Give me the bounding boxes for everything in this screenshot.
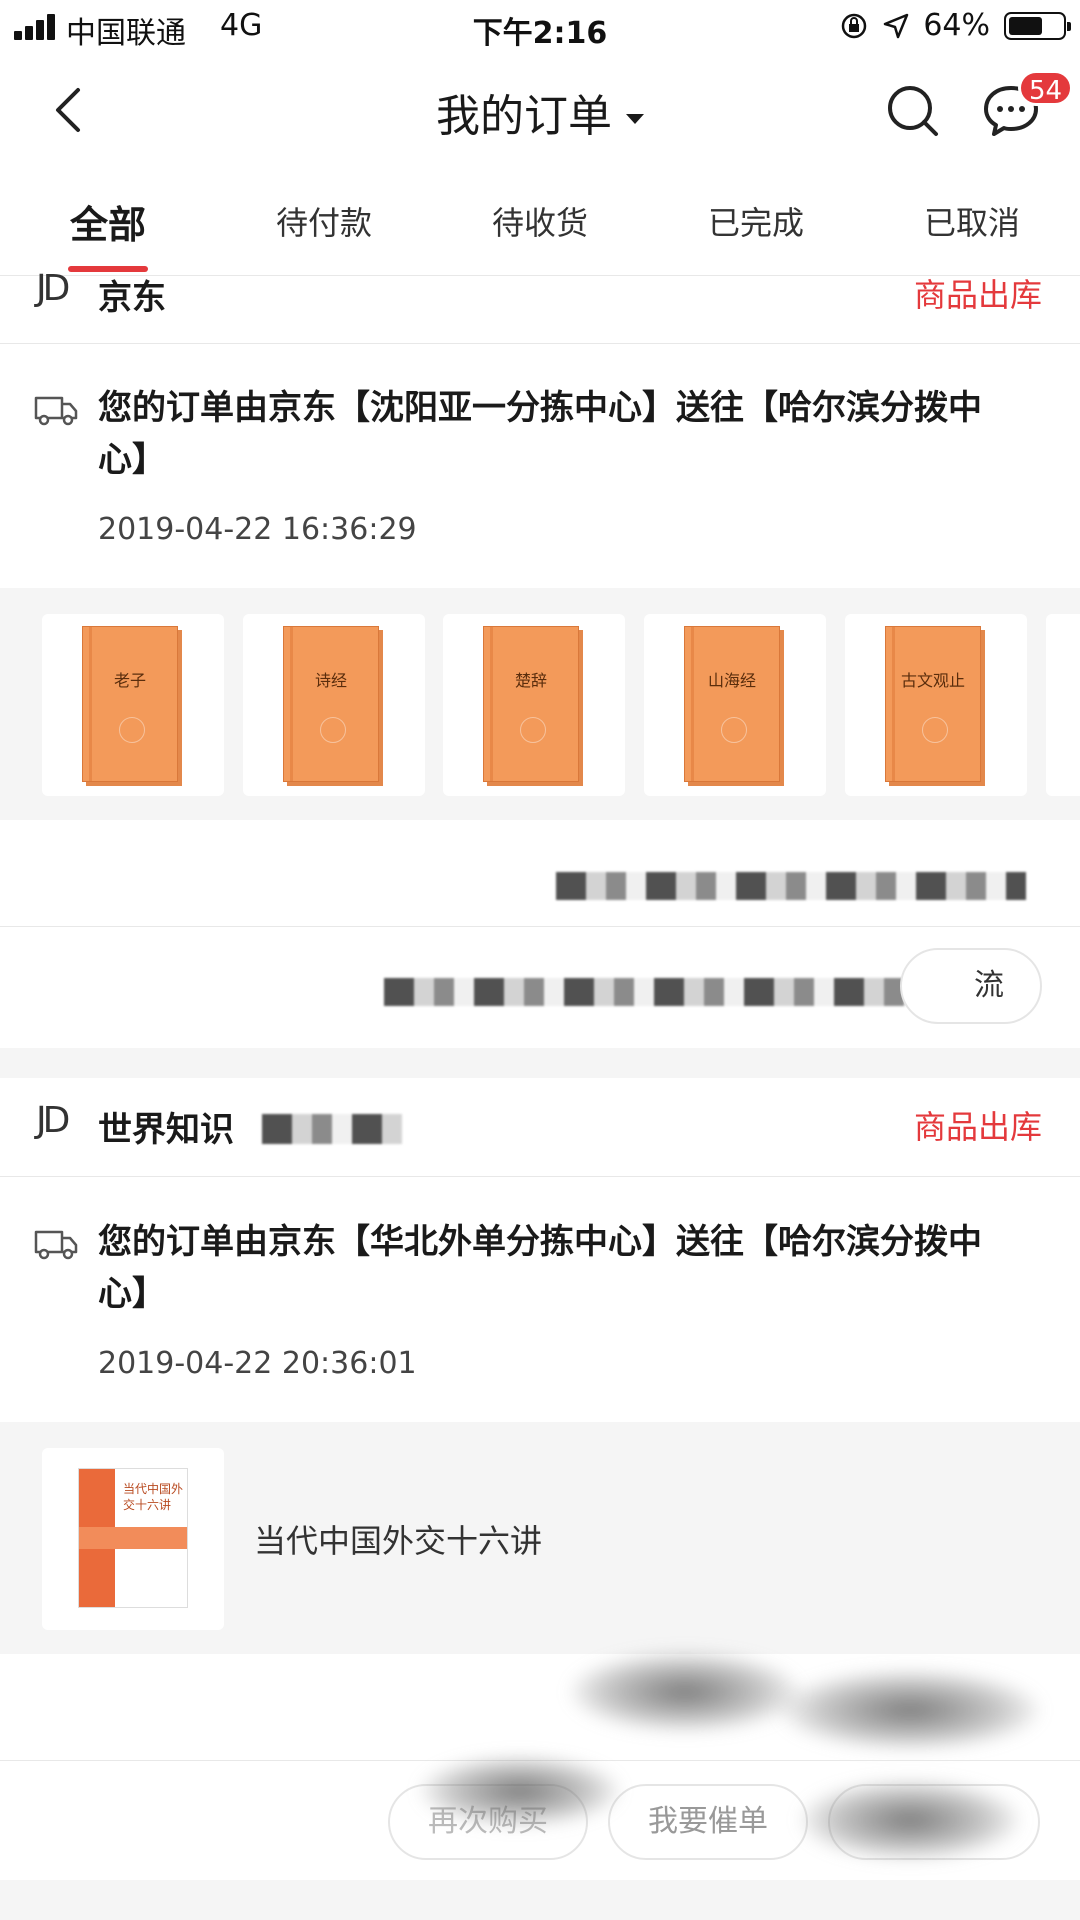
divider [0, 926, 1080, 927]
chevron-down-icon [626, 114, 644, 124]
tab-all[interactable]: 全部 [28, 194, 188, 249]
divider [0, 343, 1080, 344]
book-cover: 山海经 [684, 626, 780, 782]
tab-pending-payment[interactable]: 待付款 [244, 198, 404, 244]
book-cover: 古文观止 [885, 626, 981, 782]
tab-cancelled[interactable]: 已取消 [892, 198, 1052, 244]
truck-icon [34, 396, 78, 426]
tracking-time: 2019-04-22 20:36:01 [98, 1346, 417, 1381]
truck-icon [34, 1230, 78, 1260]
shop-name[interactable]: 世界知识 [98, 1102, 234, 1151]
tracking-time: 2019-04-22 16:36:29 [98, 512, 417, 547]
tab-completed[interactable]: 已完成 [676, 198, 836, 244]
status-bar: 中国联通 4G 下午2:16 64% [0, 0, 1080, 56]
shop-logo: JD [36, 268, 70, 309]
card-gap [0, 1880, 1080, 1920]
redaction-smudge [420, 1756, 620, 1826]
shop-name[interactable]: 京东 [98, 270, 166, 319]
goods-thumbnail[interactable]: 楚辞 [443, 614, 625, 796]
order-status: 商品出库 [913, 276, 1042, 314]
price-row [0, 838, 1080, 938]
book-cover: 老子 [82, 626, 178, 782]
redacted-price [556, 872, 1026, 900]
divider [0, 1176, 1080, 1177]
view-logistics-label: 流 [974, 968, 1004, 1003]
book-cover: 楚辞 [483, 626, 579, 782]
card-gap [0, 1048, 1080, 1078]
goods-item[interactable]: 当代中国外交十六讲 当代中国外交十六讲 [0, 1422, 1080, 1654]
order-status: 商品出库 [913, 1108, 1042, 1146]
tab-pending-receipt[interactable]: 待收货 [460, 198, 620, 244]
battery-percent: 64% [923, 8, 990, 43]
shop-header: JD 世界知识 商品出库 [0, 1100, 1080, 1170]
book-cover: 当代中国外交十六讲 [78, 1468, 188, 1608]
location-icon [884, 13, 909, 38]
book-cover: 诗经 [283, 626, 379, 782]
goods-name[interactable]: 当代中国外交十六讲 [254, 1516, 542, 1562]
redaction-smudge [800, 1780, 1020, 1860]
urge-order-button[interactable]: 我要催单 [608, 1784, 808, 1860]
goods-list[interactable]: 老子 诗经 楚辞 山海经 古文观止 [0, 588, 1080, 820]
goods-thumbnail[interactable]: 山海经 [644, 614, 826, 796]
battery-icon [1004, 11, 1071, 40]
redaction-smudge [780, 1670, 1040, 1750]
shop-header: JD 京东 商品出库 [0, 268, 1080, 338]
redaction-smudge [570, 1652, 800, 1732]
tracking-message: 您的订单由京东【沈阳亚一分拣中心】送往【哈尔滨分拨中心】 [98, 388, 982, 480]
goods-thumbnail[interactable]: 古文观止 [845, 614, 1027, 796]
goods-thumbnail-partial[interactable] [1046, 614, 1080, 796]
rotation-lock-icon [842, 13, 867, 38]
message-badge: 54 [1018, 70, 1074, 106]
order-tabs: 全部 待付款 待收货 已完成 已取消 [0, 180, 1080, 276]
nav-bar: 我的订单 54 [0, 60, 1080, 160]
search-icon[interactable] [884, 82, 942, 140]
view-logistics-button[interactable]: 流 [900, 948, 1042, 1024]
page-title-label: 我的订单 [436, 91, 612, 142]
tracking-message: 您的订单由京东【华北外单分拣中心】送往【哈尔滨分拨中心】 [98, 1222, 982, 1314]
redacted-button-row [384, 978, 944, 1006]
goods-thumbnail[interactable]: 老子 [42, 614, 224, 796]
goods-thumbnail[interactable]: 当代中国外交十六讲 [42, 1448, 224, 1630]
goods-thumbnail[interactable]: 诗经 [243, 614, 425, 796]
redacted-shop-name [262, 1114, 402, 1144]
status-right: 64% [839, 8, 1071, 43]
shop-logo: JD [36, 1100, 70, 1141]
